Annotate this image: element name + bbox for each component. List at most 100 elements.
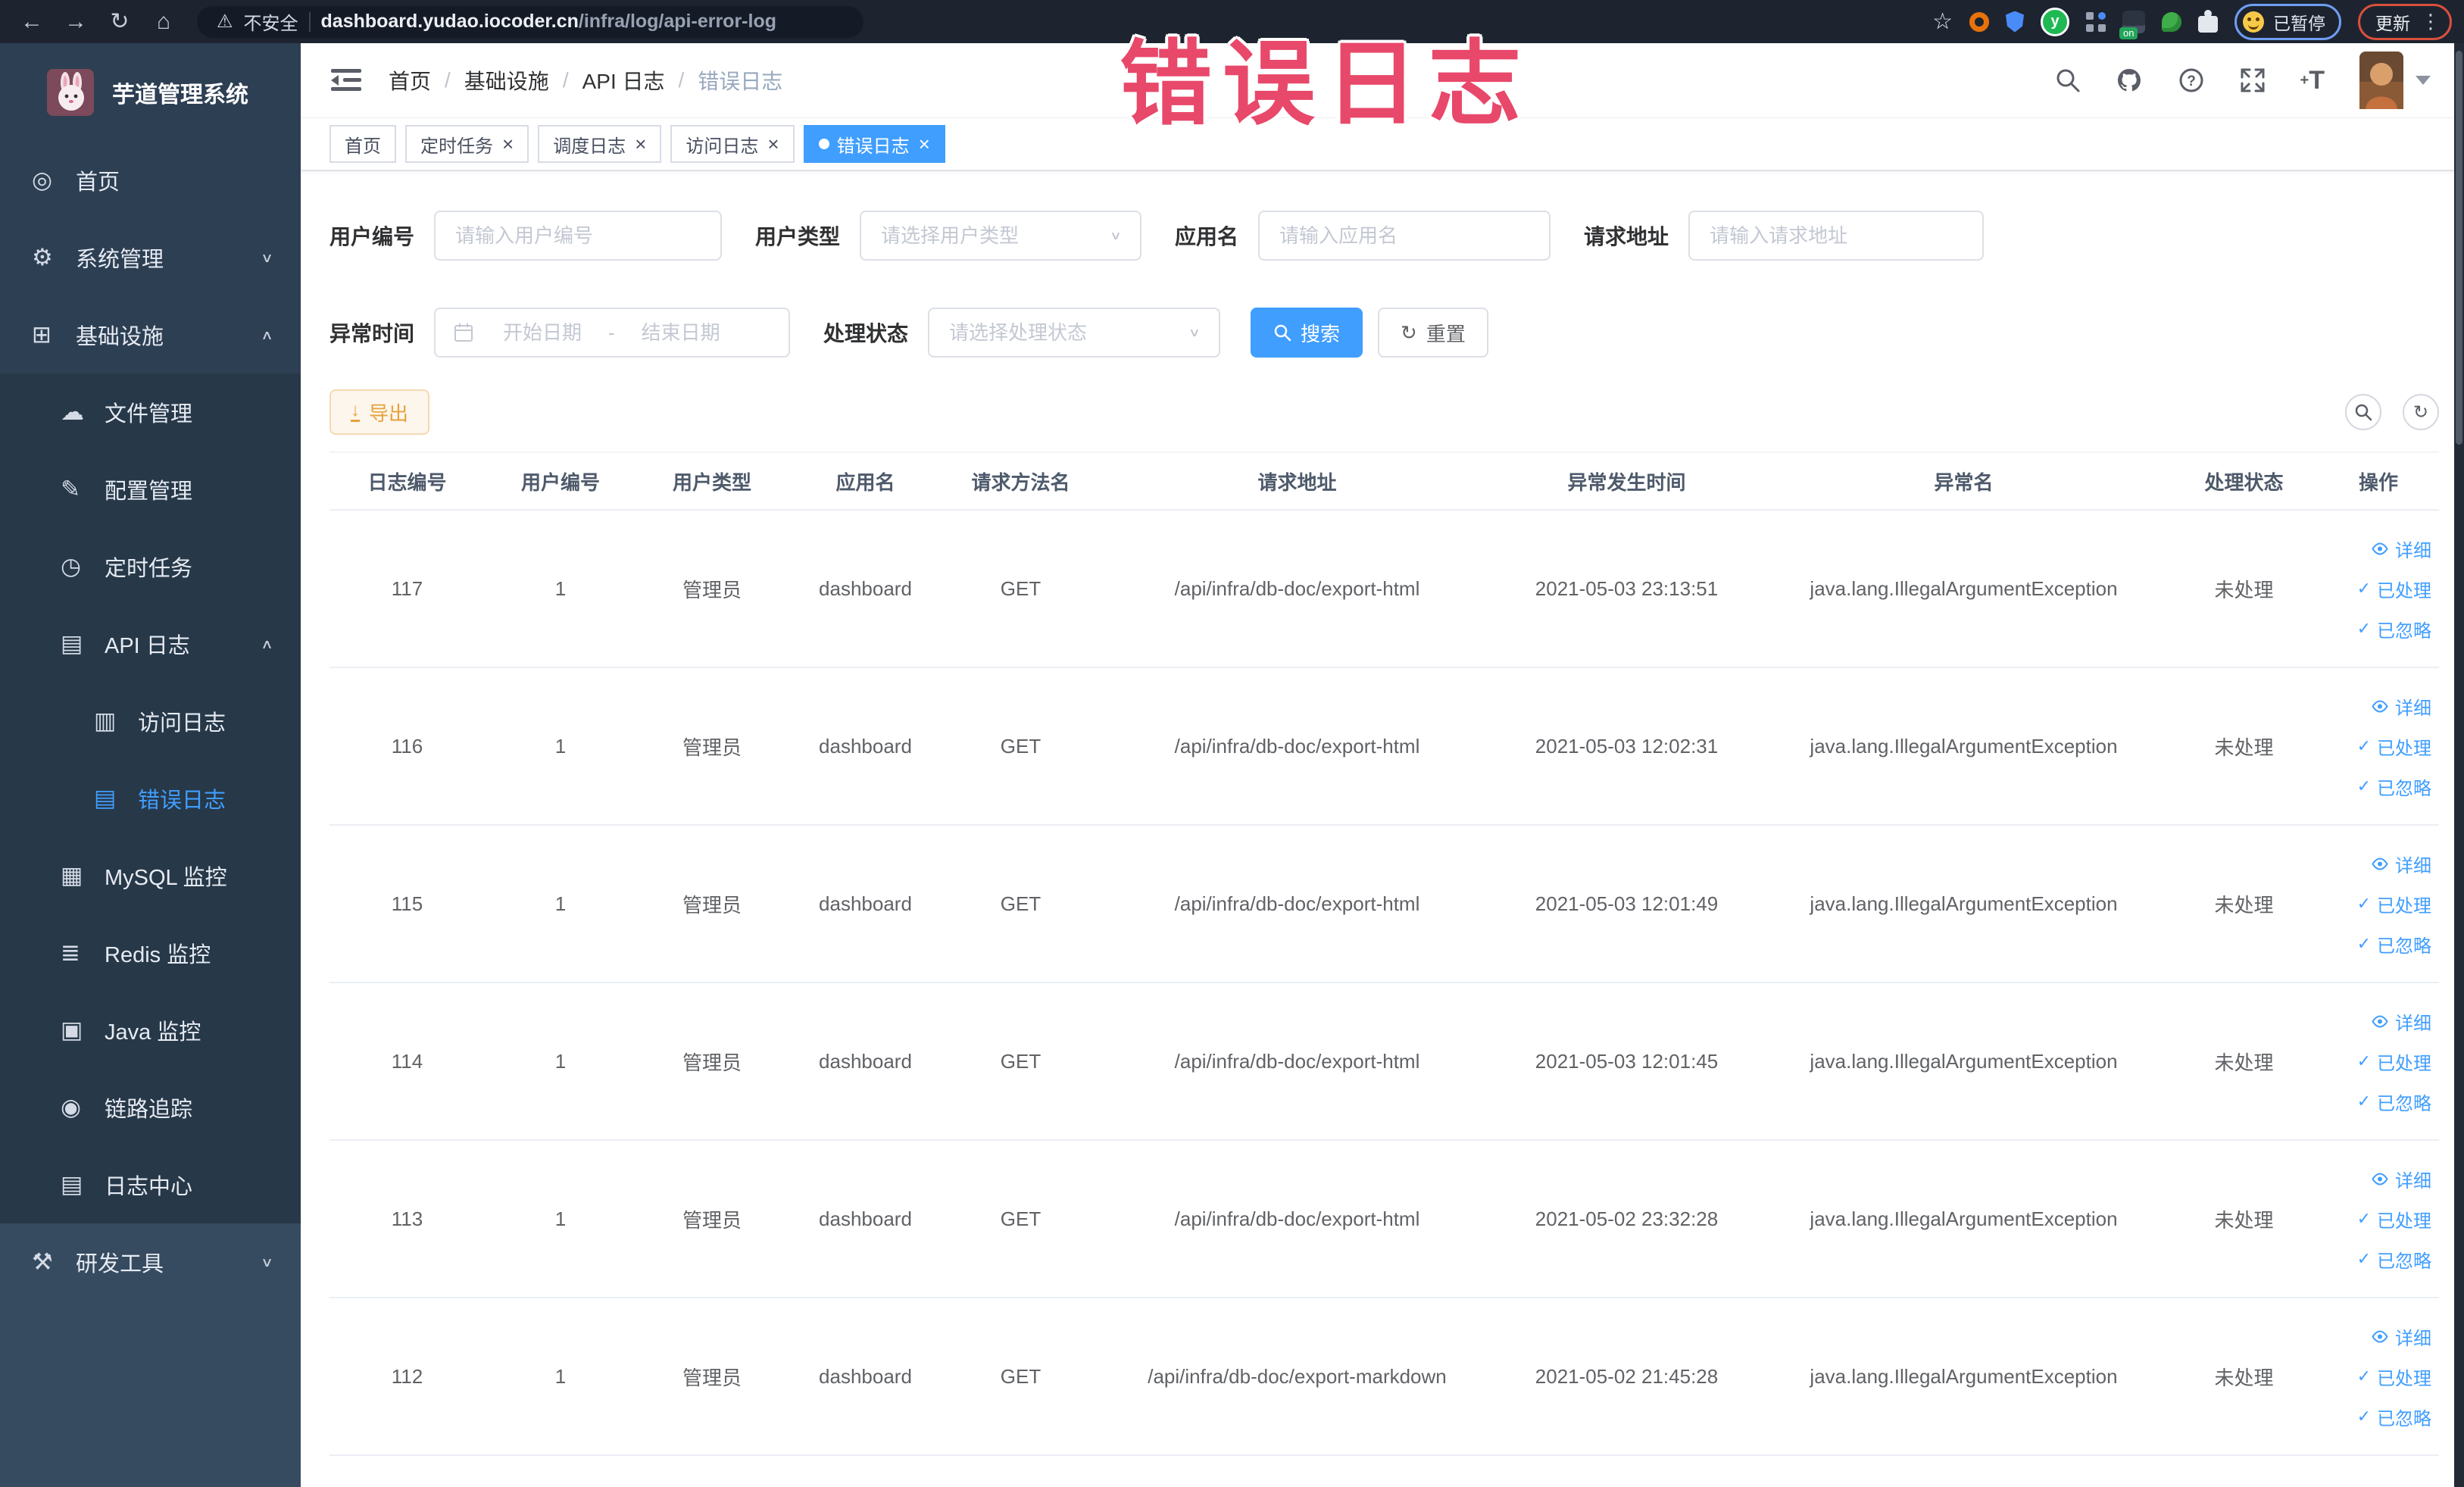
- detail-link[interactable]: 详细: [2371, 1323, 2431, 1350]
- sidebar-item-error-log[interactable]: ▤ 错误日志: [0, 760, 301, 837]
- export-button[interactable]: ↓ 导出: [329, 389, 430, 435]
- update-browser-button[interactable]: 更新 ⋮: [2358, 3, 2452, 40]
- ignored-link[interactable]: ✓ 已忽略: [2357, 1089, 2431, 1115]
- close-icon[interactable]: ×: [767, 134, 779, 154]
- ignored-link[interactable]: ✓ 已忽略: [2357, 931, 2431, 957]
- user-type-select[interactable]: ∨: [860, 211, 1142, 261]
- action-label: 已处理: [2377, 1368, 2431, 1389]
- fullscreen-icon[interactable]: [2240, 67, 2266, 93]
- bookmark-star-icon[interactable]: ☆: [1932, 8, 1953, 35]
- processed-link[interactable]: ✓ 已处理: [2357, 1206, 2431, 1232]
- logo-image: [47, 69, 94, 116]
- processed-link[interactable]: ✓ 已处理: [2357, 1364, 2431, 1390]
- forward-icon[interactable]: →: [56, 0, 95, 43]
- reload-icon[interactable]: ↻: [100, 0, 139, 43]
- search-icon[interactable]: [2055, 67, 2081, 93]
- end-date-input[interactable]: [622, 320, 739, 345]
- page-tab[interactable]: 定时任务 ×: [405, 125, 529, 163]
- sidebar-item-redis[interactable]: ≣ Redis 监控: [0, 914, 301, 992]
- extension-shield-icon[interactable]: [2006, 11, 2024, 33]
- sidebar-item-file[interactable]: ☁ 文件管理: [0, 373, 301, 451]
- sidebar-item-access-log[interactable]: ▥ 访问日志: [0, 683, 301, 760]
- process-status-select-input[interactable]: [948, 320, 1179, 345]
- page-tab[interactable]: 调度日志 ×: [538, 125, 662, 163]
- processed-link[interactable]: ✓ 已处理: [2357, 576, 2431, 602]
- config-icon: ✎: [61, 476, 80, 502]
- eye-icon: [2372, 542, 2388, 555]
- user-id-input[interactable]: [454, 223, 703, 248]
- puzzle-extensions-icon[interactable]: [2198, 9, 2218, 33]
- scrollbar-thumb[interactable]: [2456, 51, 2462, 445]
- close-icon[interactable]: ×: [502, 134, 514, 154]
- address-bar[interactable]: ⚠ 不安全 dashboard.yudao.iocoder.cn/infra/l…: [197, 5, 863, 38]
- request-url-input[interactable]: [1708, 223, 1965, 248]
- user-menu[interactable]: [2359, 52, 2431, 109]
- processed-link[interactable]: ✓ 已处理: [2357, 1048, 2431, 1075]
- help-icon[interactable]: ?: [2178, 67, 2205, 94]
- sidebar-item-dashboard[interactable]: ◎ 首页: [0, 142, 301, 219]
- extension-green-y-icon[interactable]: y: [2041, 7, 2069, 36]
- page-scrollbar[interactable]: [2454, 43, 2464, 1487]
- sidebar-item-trace[interactable]: ◉ 链路追踪: [0, 1069, 301, 1146]
- extension-dark-on-icon[interactable]: on: [2119, 10, 2145, 39]
- collapse-sidebar-icon[interactable]: [331, 67, 361, 93]
- refresh-table-button[interactable]: ↻: [2403, 394, 2439, 430]
- sidebar-item-timer[interactable]: ◷ 定时任务: [0, 528, 301, 605]
- date-range-picker[interactable]: -: [434, 308, 791, 358]
- extension-leaf-icon[interactable]: [2162, 11, 2181, 32]
- sidebar-item-log-center[interactable]: ▤ 日志中心: [0, 1146, 301, 1223]
- home-icon[interactable]: ⌂: [144, 0, 183, 43]
- sidebar-item-mysql[interactable]: ▦ MySQL 监控: [0, 837, 301, 914]
- url-domain: dashboard.yudao.iocoder.cn: [320, 11, 579, 32]
- sidebar-logo-row[interactable]: 芋道管理系统: [0, 43, 301, 142]
- browser-menu-icon[interactable]: ⋮: [2421, 10, 2441, 33]
- breadcrumb-item[interactable]: 基础设施: [464, 65, 549, 95]
- close-icon[interactable]: ×: [919, 134, 930, 154]
- close-icon[interactable]: ×: [635, 134, 646, 154]
- sidebar-item-devtools[interactable]: ⚒ 研发工具 ∨: [0, 1223, 301, 1301]
- sidebar-item-api-log[interactable]: ▤ API 日志 ∧: [0, 605, 301, 683]
- cell-user-type: 管理员: [682, 578, 742, 601]
- page-tab[interactable]: 首页: [329, 125, 396, 163]
- ignored-link[interactable]: ✓ 已忽略: [2357, 1404, 2431, 1430]
- sidebar-item-infrastructure[interactable]: ⊞ 基础设施 ∧: [0, 296, 301, 373]
- sidebar-item-label: Redis 监控: [105, 943, 211, 967]
- page-root: ← → ↻ ⌂ ⚠ 不安全 dashboard.yudao.iocoder.cn…: [0, 0, 2464, 1487]
- back-icon[interactable]: ←: [12, 0, 52, 43]
- search-button[interactable]: 搜索: [1251, 308, 1363, 358]
- cell-time: 2021-05-02 23:32:28: [1535, 1207, 1719, 1230]
- toggle-search-button[interactable]: [2345, 394, 2381, 430]
- tab-label: 访问日志: [685, 136, 759, 157]
- extension-grid-icon[interactable]: [2086, 11, 2106, 32]
- ignored-link[interactable]: ✓ 已忽略: [2357, 616, 2431, 642]
- detail-link[interactable]: 详细: [2371, 536, 2431, 562]
- sidebar-item-gear[interactable]: ⚙ 系统管理 ∨: [0, 219, 301, 296]
- font-size-icon[interactable]: + T: [2300, 66, 2325, 95]
- detail-link[interactable]: 详细: [2371, 851, 2431, 877]
- breadcrumb-item[interactable]: API 日志: [582, 65, 665, 95]
- sidebar-item-java[interactable]: ▣ Java 监控: [0, 992, 301, 1069]
- start-date-input[interactable]: [484, 320, 601, 345]
- page-tab[interactable]: 错误日志 ×: [803, 125, 945, 163]
- process-status-select[interactable]: ∨: [928, 308, 1221, 358]
- app-name-input[interactable]: [1278, 223, 1532, 248]
- action-label: 详细: [2395, 1013, 2431, 1034]
- ignored-link[interactable]: ✓ 已忽略: [2357, 1246, 2431, 1273]
- detail-link[interactable]: 详细: [2371, 1166, 2431, 1192]
- paused-profile-chip[interactable]: 已暂停: [2234, 3, 2341, 40]
- detail-link[interactable]: 详细: [2371, 693, 2431, 720]
- user-type-select-input[interactable]: [879, 223, 1101, 248]
- eye-icon: [2372, 1172, 2388, 1186]
- processed-link[interactable]: ✓ 已处理: [2357, 891, 2431, 917]
- detail-link[interactable]: 详细: [2371, 1008, 2431, 1035]
- page-tab[interactable]: 访问日志 ×: [670, 125, 795, 163]
- on-badge: on: [2119, 27, 2138, 39]
- ignored-link[interactable]: ✓ 已忽略: [2357, 773, 2431, 800]
- processed-link[interactable]: ✓ 已处理: [2357, 733, 2431, 760]
- reset-button[interactable]: ↻ 重置: [1378, 308, 1488, 358]
- github-icon[interactable]: [2116, 67, 2143, 94]
- breadcrumb-item[interactable]: 首页: [389, 65, 431, 95]
- table-body: 117 1 管理员 dashboard GET/api/infra/db-doc/exp…: [329, 511, 2439, 1456]
- sidebar-item-config[interactable]: ✎ 配置管理: [0, 451, 301, 528]
- extension-orange-icon[interactable]: [1969, 11, 1989, 32]
